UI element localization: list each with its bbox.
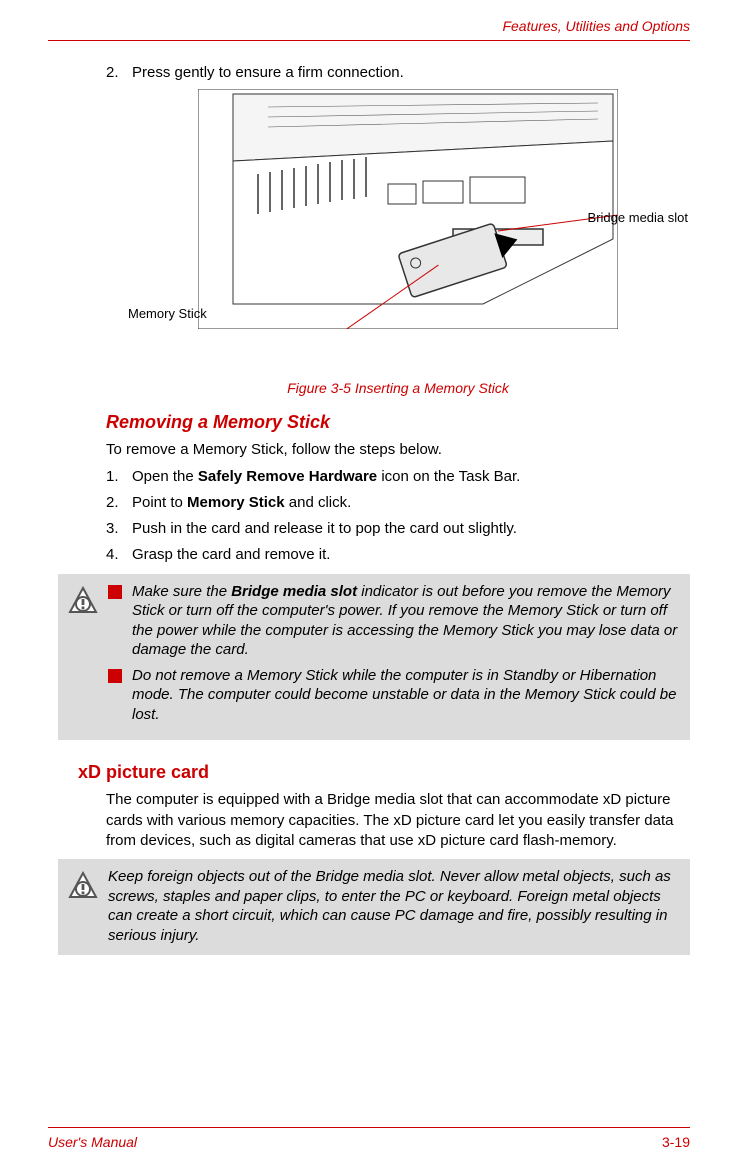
footer-left: User's Manual bbox=[48, 1134, 137, 1150]
step-text: Open the Safely Remove Hardware icon on … bbox=[132, 467, 520, 487]
step-num: 2. bbox=[106, 493, 132, 513]
square-bullet-icon bbox=[108, 669, 122, 683]
footer-row: User's Manual 3-19 bbox=[48, 1134, 690, 1150]
xd-paragraph: The computer is equipped with a Bridge m… bbox=[106, 790, 690, 851]
step-text: Point to Memory Stick and click. bbox=[132, 493, 351, 513]
step-num: 4. bbox=[106, 545, 132, 565]
square-bullet-icon bbox=[108, 585, 122, 599]
step-text: Press gently to ensure a firm connection… bbox=[132, 63, 404, 83]
step-text: Push in the card and release it to pop t… bbox=[132, 519, 517, 539]
section-title: Features, Utilities and Options bbox=[502, 18, 690, 34]
footer-right: 3-19 bbox=[662, 1134, 690, 1150]
warning-body: Keep foreign objects out of the Bridge m… bbox=[108, 867, 680, 945]
step-num: 3. bbox=[106, 519, 132, 539]
removing-step-2: 2. Point to Memory Stick and click. bbox=[106, 493, 690, 513]
figure-caption: Figure 3-5 Inserting a Memory Stick bbox=[106, 379, 690, 398]
callout-memory-stick: Memory Stick bbox=[128, 305, 207, 323]
warning-icon-col bbox=[68, 867, 108, 945]
footer: User's Manual 3-19 bbox=[48, 1127, 690, 1150]
callout-bridge-media-slot: Bridge media slot bbox=[588, 209, 688, 227]
page: Features, Utilities and Options 2. Press… bbox=[0, 0, 738, 1172]
t: Open the bbox=[132, 468, 198, 485]
warning-box-2: Keep foreign objects out of the Bridge m… bbox=[58, 859, 690, 955]
footer-rule bbox=[48, 1127, 690, 1128]
t: and click. bbox=[285, 494, 352, 511]
b: Safely Remove Hardware bbox=[198, 468, 377, 485]
step-text: Grasp the card and remove it. bbox=[132, 545, 330, 565]
header: Features, Utilities and Options bbox=[48, 0, 690, 34]
header-rule bbox=[48, 40, 690, 41]
b: Bridge media slot bbox=[231, 583, 357, 600]
warning-bullet-2: Do not remove a Memory Stick while the c… bbox=[108, 666, 680, 725]
bullet-text: Make sure the Bridge media slot indicato… bbox=[132, 582, 680, 660]
warning-icon bbox=[68, 586, 98, 616]
laptop-illustration bbox=[198, 89, 618, 329]
b: Memory Stick bbox=[187, 494, 285, 511]
removing-intro: To remove a Memory Stick, follow the ste… bbox=[106, 440, 690, 460]
removing-step-1: 1. Open the Safely Remove Hardware icon … bbox=[106, 467, 690, 487]
figure: Bridge media slot Memory Stick bbox=[138, 89, 658, 349]
warning-body: Make sure the Bridge media slot indicato… bbox=[108, 582, 680, 731]
t: Point to bbox=[132, 494, 187, 511]
t: icon on the Task Bar. bbox=[377, 468, 520, 485]
step-num: 2. bbox=[106, 63, 132, 83]
step-num: 1. bbox=[106, 467, 132, 487]
step-2: 2. Press gently to ensure a firm connect… bbox=[106, 63, 690, 83]
removing-step-4: 4. Grasp the card and remove it. bbox=[106, 545, 690, 565]
heading-removing: Removing a Memory Stick bbox=[106, 410, 690, 434]
t: Make sure the bbox=[132, 583, 231, 600]
warning-box-1: Make sure the Bridge media slot indicato… bbox=[58, 574, 690, 741]
heading-xd: xD picture card bbox=[78, 760, 690, 784]
content: 2. Press gently to ensure a firm connect… bbox=[106, 63, 690, 955]
warning-icon-col bbox=[68, 582, 108, 731]
bullet-text: Do not remove a Memory Stick while the c… bbox=[132, 666, 680, 725]
warning-icon bbox=[68, 871, 98, 901]
removing-step-3: 3. Push in the card and release it to po… bbox=[106, 519, 690, 539]
warning-bullet-1: Make sure the Bridge media slot indicato… bbox=[108, 582, 680, 660]
